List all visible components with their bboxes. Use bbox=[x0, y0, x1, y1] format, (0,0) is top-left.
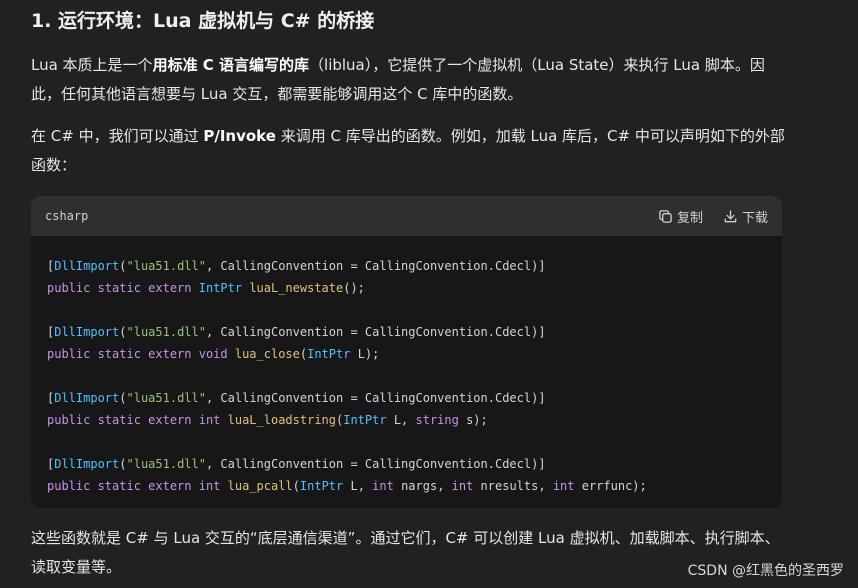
copy-icon bbox=[658, 209, 673, 224]
code-token-kw: int bbox=[451, 479, 474, 493]
pinvoke-paragraph: 在 C# 中，我们可以通过 P/Invoke 来调用 C 库导出的函数。例如，加… bbox=[31, 122, 791, 180]
code-token-kw: int bbox=[372, 479, 394, 493]
code-token-kw: public static extern int bbox=[47, 413, 228, 427]
code-block: csharp 复制 下载 [DllImport("lua51.dll", Cal… bbox=[31, 196, 782, 508]
code-token: ( bbox=[119, 391, 127, 405]
code-line-declaration: public static extern int lua_pcall(IntPt… bbox=[47, 475, 766, 497]
code-token-type: IntPtr bbox=[299, 479, 344, 493]
summary-paragraph: 这些函数就是 C# 与 Lua 交互的“底层通信渠道”。通过它们，C# 可以创建… bbox=[31, 529, 780, 576]
code-token-plain: L); bbox=[350, 347, 380, 361]
code-token: ( bbox=[119, 259, 127, 273]
code-token: , CallingConvention = CallingConvention.… bbox=[205, 457, 546, 471]
section-heading: 1. 运行环境：Lua 虚拟机与 C# 的桥接 bbox=[31, 10, 375, 32]
intro-paragraph: Lua 本质上是一个用标准 C 语言编写的库（liblua），它提供了一个虚拟机… bbox=[31, 51, 791, 109]
code-token-plain: s); bbox=[458, 413, 488, 427]
code-token-type: IntPtr bbox=[343, 413, 387, 427]
code-token-kw: string bbox=[415, 413, 459, 427]
code-language-label: csharp bbox=[45, 209, 89, 223]
code-line-declaration: public static extern IntPtr luaL_newstat… bbox=[47, 277, 766, 299]
watermark: CSDN @红黑色的圣西罗 bbox=[687, 563, 844, 579]
code-token-plain: nargs, bbox=[393, 479, 452, 493]
copy-button[interactable]: 复制 bbox=[658, 207, 703, 226]
code-line-declaration: public static extern void lua_close(IntP… bbox=[47, 343, 766, 365]
code-line-attribute: [DllImport("lua51.dll", CallingConventio… bbox=[47, 321, 766, 343]
code-token-type: IntPtr bbox=[198, 281, 243, 295]
intro-text-bold: 用标准 C 语言编写的库 bbox=[152, 56, 310, 74]
code-actions: 复制 下载 bbox=[658, 207, 768, 226]
download-icon bbox=[723, 209, 738, 224]
code-token-fn: lua_pcall bbox=[227, 479, 293, 493]
code-token-fn: luaL_newstate bbox=[249, 281, 344, 295]
code-token-kw: public static extern void bbox=[47, 347, 235, 361]
code-token-plain: ( bbox=[292, 479, 300, 493]
code-token: , CallingConvention = CallingConvention.… bbox=[205, 259, 546, 273]
code-token-kw: int bbox=[552, 479, 575, 493]
code-token-attribute: DllImport bbox=[54, 259, 120, 273]
code-token-plain: L, bbox=[343, 479, 373, 493]
code-token-kw: public static extern bbox=[47, 281, 199, 295]
code-line-attribute: [DllImport("lua51.dll", CallingConventio… bbox=[47, 255, 766, 277]
code-token-plain: errfunc); bbox=[574, 479, 647, 493]
code-token: , CallingConvention = CallingConvention.… bbox=[205, 325, 546, 339]
pinvoke-text-a: 在 C# 中，我们可以通过 bbox=[31, 127, 204, 145]
code-line-attribute: [DllImport("lua51.dll", CallingConventio… bbox=[47, 453, 766, 475]
code-token-fn: luaL_loadstring bbox=[227, 413, 336, 427]
pinvoke-text-bold: P/Invoke bbox=[203, 127, 276, 145]
code-token: ( bbox=[119, 457, 127, 471]
code-token-plain: nresults, bbox=[473, 479, 553, 493]
code-token-type: IntPtr bbox=[307, 347, 351, 361]
code-header: csharp 复制 下载 bbox=[31, 196, 782, 236]
download-label: 下载 bbox=[741, 210, 768, 226]
code-line-declaration: public static extern int luaL_loadstring… bbox=[47, 409, 766, 431]
code-token-string: "lua51.dll" bbox=[126, 391, 206, 405]
code-token: , CallingConvention = CallingConvention.… bbox=[205, 391, 546, 405]
code-token-string: "lua51.dll" bbox=[126, 259, 206, 273]
download-button[interactable]: 下载 bbox=[723, 207, 768, 226]
code-token-attribute: DllImport bbox=[54, 325, 120, 339]
code-token-plain: L, bbox=[386, 413, 416, 427]
copy-label: 复制 bbox=[676, 210, 703, 226]
code-token-attribute: DllImport bbox=[54, 457, 120, 471]
intro-text-a: Lua 本质上是一个 bbox=[31, 56, 153, 74]
code-token-kw: public static extern int bbox=[47, 479, 228, 493]
code-token-plain: (); bbox=[343, 281, 365, 295]
code-token: ( bbox=[119, 325, 127, 339]
code-token-string: "lua51.dll" bbox=[126, 457, 206, 471]
code-token-attribute: DllImport bbox=[54, 391, 120, 405]
code-token-fn: lua_close bbox=[234, 347, 300, 361]
code-token-string: "lua51.dll" bbox=[126, 325, 206, 339]
code-line-attribute: [DllImport("lua51.dll", CallingConventio… bbox=[47, 387, 766, 409]
code-content: [DllImport("lua51.dll", CallingConventio… bbox=[31, 236, 782, 497]
